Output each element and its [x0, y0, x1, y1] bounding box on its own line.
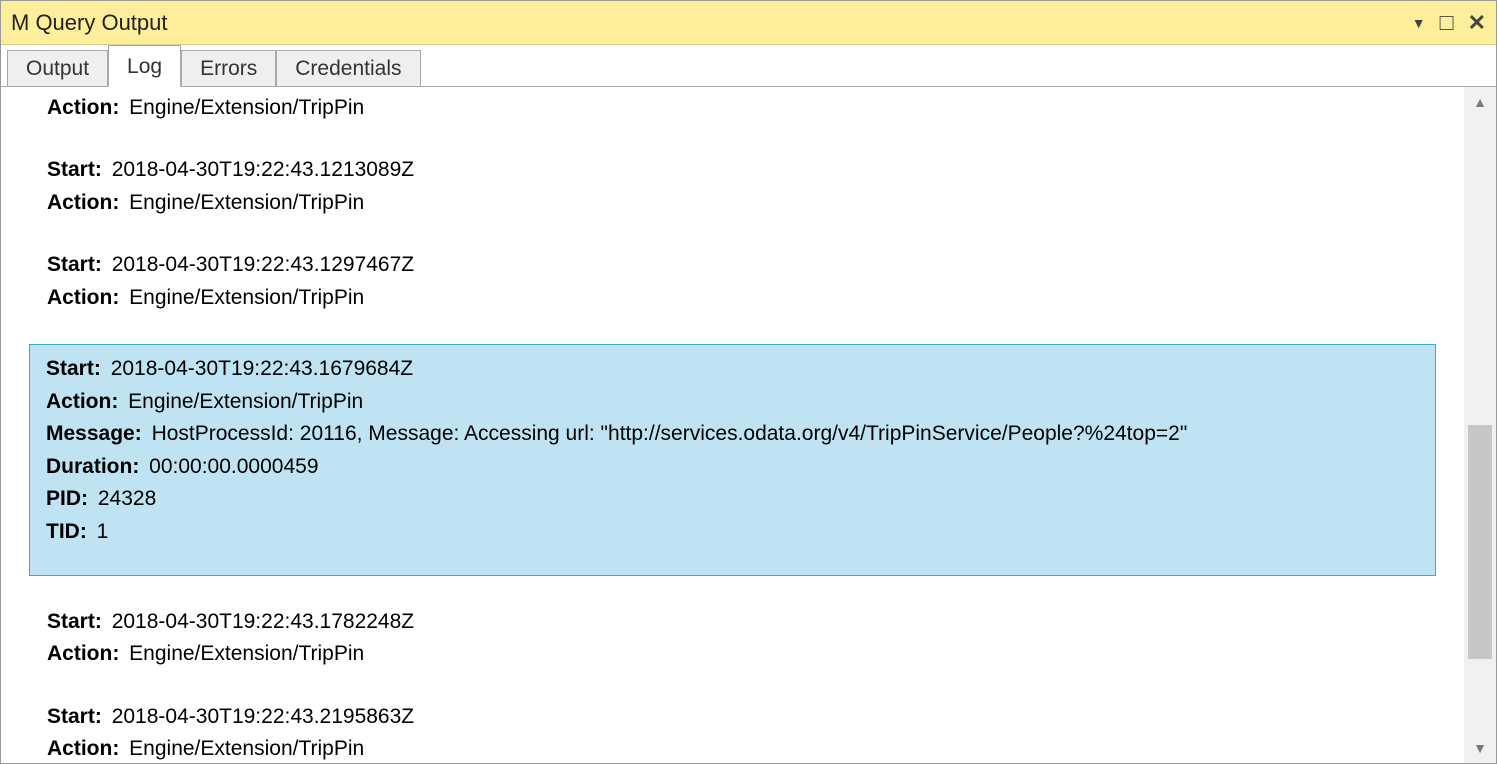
- log-content-area: StartAction Engine/Extension/TripPinStar…: [1, 87, 1496, 763]
- log-entry[interactable]: StartAction Engine/Extension/TripPin: [47, 87, 1436, 124]
- tab-log[interactable]: Log: [108, 45, 181, 87]
- log-start: Start 2018-04-30T19:22:43.1679684Z: [46, 353, 1419, 386]
- tab-errors[interactable]: Errors: [181, 50, 276, 87]
- log-start-value: 2018-04-30T19:22:43.1297467Z: [112, 253, 414, 276]
- log-entry[interactable]: Start 2018-04-30T19:22:43.1213089ZAction…: [47, 154, 1436, 219]
- log-action-label: Action: [47, 191, 119, 214]
- log-message-label: Message: [46, 422, 142, 445]
- log-start-value: 2018-04-30T19:22:43.1782248Z: [112, 610, 414, 633]
- log-action-value: Engine/Extension/TripPin: [129, 286, 364, 309]
- log-start-value: 2018-04-30T19:22:43.1679684Z: [111, 357, 413, 380]
- tabstrip: Output Log Errors Credentials: [1, 45, 1496, 87]
- log-pid-label: PID: [46, 487, 88, 510]
- dropdown-icon[interactable]: ▼: [1412, 15, 1426, 31]
- log-duration: Duration 00:00:00.0000459: [46, 451, 1419, 484]
- log-start: Start 2018-04-30T19:22:43.1782248Z: [47, 606, 1436, 639]
- log-start-label: Start: [47, 253, 102, 276]
- log-action-label: Action: [47, 642, 119, 665]
- log-pid: PID 24328: [46, 483, 1419, 516]
- log-action: Action Engine/Extension/TripPin: [47, 187, 1436, 220]
- log-entry[interactable]: Start 2018-04-30T19:22:43.2195863ZAction…: [47, 701, 1436, 763]
- log-action: Action Engine/Extension/TripPin: [47, 638, 1436, 671]
- log-start-label: Start: [47, 158, 102, 181]
- log-duration-value: 00:00:00.0000459: [149, 455, 318, 478]
- log-action-value: Engine/Extension/TripPin: [129, 96, 364, 119]
- scrollbar-thumb[interactable]: [1468, 425, 1492, 659]
- log-start: Start 2018-04-30T19:22:43.1213089Z: [47, 154, 1436, 187]
- log-action: Action Engine/Extension/TripPin: [47, 92, 1436, 125]
- log-duration-label: Duration: [46, 455, 139, 478]
- scrollbar-track[interactable]: [1464, 117, 1496, 733]
- panel-titlebar: M Query Output ▼ □ ✕: [1, 1, 1496, 45]
- log-action: Action Engine/Extension/TripPin: [47, 733, 1436, 763]
- scroll-up-icon[interactable]: ▲: [1464, 87, 1496, 117]
- log-viewport[interactable]: StartAction Engine/Extension/TripPinStar…: [1, 87, 1464, 763]
- maximize-icon[interactable]: □: [1440, 9, 1454, 36]
- log-action-label: Action: [46, 390, 118, 413]
- log-tid: TID 1: [46, 516, 1419, 549]
- log-start-label: Start: [47, 610, 102, 633]
- log-action: Action Engine/Extension/TripPin: [47, 282, 1436, 315]
- tab-credentials[interactable]: Credentials: [276, 50, 420, 87]
- log-entry[interactable]: Start 2018-04-30T19:22:43.1782248ZAction…: [47, 606, 1436, 671]
- log-action: Action Engine/Extension/TripPin: [46, 386, 1419, 419]
- log-action-value: Engine/Extension/TripPin: [128, 390, 363, 413]
- log-start: Start 2018-04-30T19:22:43.2195863Z: [47, 701, 1436, 734]
- log-pid-value: 24328: [98, 487, 156, 510]
- log-action-label: Action: [47, 96, 119, 119]
- log-entry[interactable]: Start 2018-04-30T19:22:43.1297467ZAction…: [47, 249, 1436, 314]
- log-action-value: Engine/Extension/TripPin: [129, 737, 364, 760]
- window-controls: ▼ □ ✕: [1412, 9, 1486, 36]
- panel-title: M Query Output: [11, 10, 1412, 36]
- log-message: Message HostProcessId: 20116, Message: A…: [46, 418, 1419, 451]
- log-start: Start 2018-04-30T19:22:43.1297467Z: [47, 249, 1436, 282]
- scroll-down-icon[interactable]: ▼: [1464, 733, 1496, 763]
- log-action-label: Action: [47, 737, 119, 760]
- log-start-value: 2018-04-30T19:22:43.2195863Z: [112, 705, 414, 728]
- log-action-value: Engine/Extension/TripPin: [129, 191, 364, 214]
- log-message-value: HostProcessId: 20116, Message: Accessing…: [152, 422, 1188, 445]
- tab-output[interactable]: Output: [7, 50, 108, 87]
- log-start-value: 2018-04-30T19:22:43.1213089Z: [112, 158, 414, 181]
- panel-root: M Query Output ▼ □ ✕ Output Log Errors C…: [0, 0, 1497, 764]
- log-start-label: Start: [46, 357, 101, 380]
- close-icon[interactable]: ✕: [1468, 10, 1486, 36]
- vertical-scrollbar[interactable]: ▲ ▼: [1464, 87, 1496, 763]
- log-tid-label: TID: [46, 520, 87, 543]
- log-tid-value: 1: [97, 520, 109, 543]
- log-entry[interactable]: Start 2018-04-30T19:22:43.1679684ZAction…: [29, 344, 1436, 575]
- log-action-value: Engine/Extension/TripPin: [129, 642, 364, 665]
- log-action-label: Action: [47, 286, 119, 309]
- log-start-label: Start: [47, 705, 102, 728]
